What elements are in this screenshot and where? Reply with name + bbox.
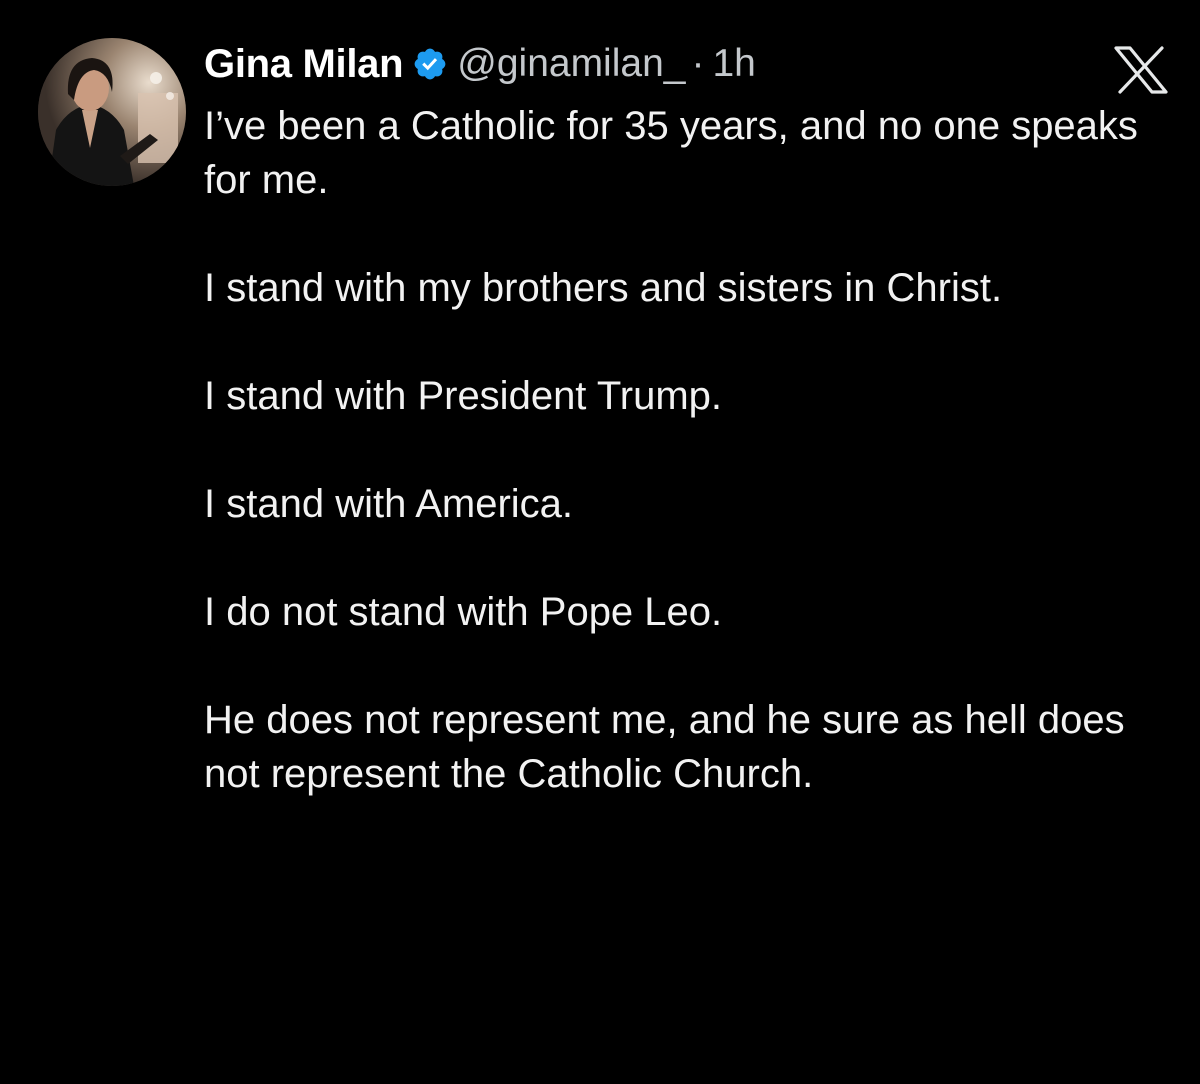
tweet-paragraph: I stand with America. <box>204 482 574 526</box>
tweet-paragraph: He does not represent me, and he sure as… <box>204 698 1125 796</box>
tweet-card: Gina Milan @ginamilan_ · 1h I’ve been a … <box>0 0 1200 1084</box>
tweet-paragraph: I stand with my brothers and sisters in … <box>204 266 1003 310</box>
avatar[interactable] <box>38 38 186 186</box>
tweet-text: I’ve been a Catholic for 35 years, and n… <box>204 99 1174 801</box>
verified-badge-icon <box>412 46 448 82</box>
tweet-paragraph: I’ve been a Catholic for 35 years, and n… <box>204 104 1138 202</box>
display-name[interactable]: Gina Milan <box>204 42 404 87</box>
avatar-photo-icon <box>38 38 186 186</box>
tweet-paragraph: I do not stand with Pope Leo. <box>204 590 723 634</box>
x-logo-icon <box>1114 46 1168 94</box>
timestamp[interactable]: 1h <box>712 42 755 86</box>
tweet-header: Gina Milan @ginamilan_ · 1h <box>204 38 756 90</box>
tweet-paragraph: I stand with President Trump. <box>204 374 723 418</box>
user-handle[interactable]: @ginamilan_ <box>457 42 685 86</box>
meta-separator: · <box>691 42 705 85</box>
